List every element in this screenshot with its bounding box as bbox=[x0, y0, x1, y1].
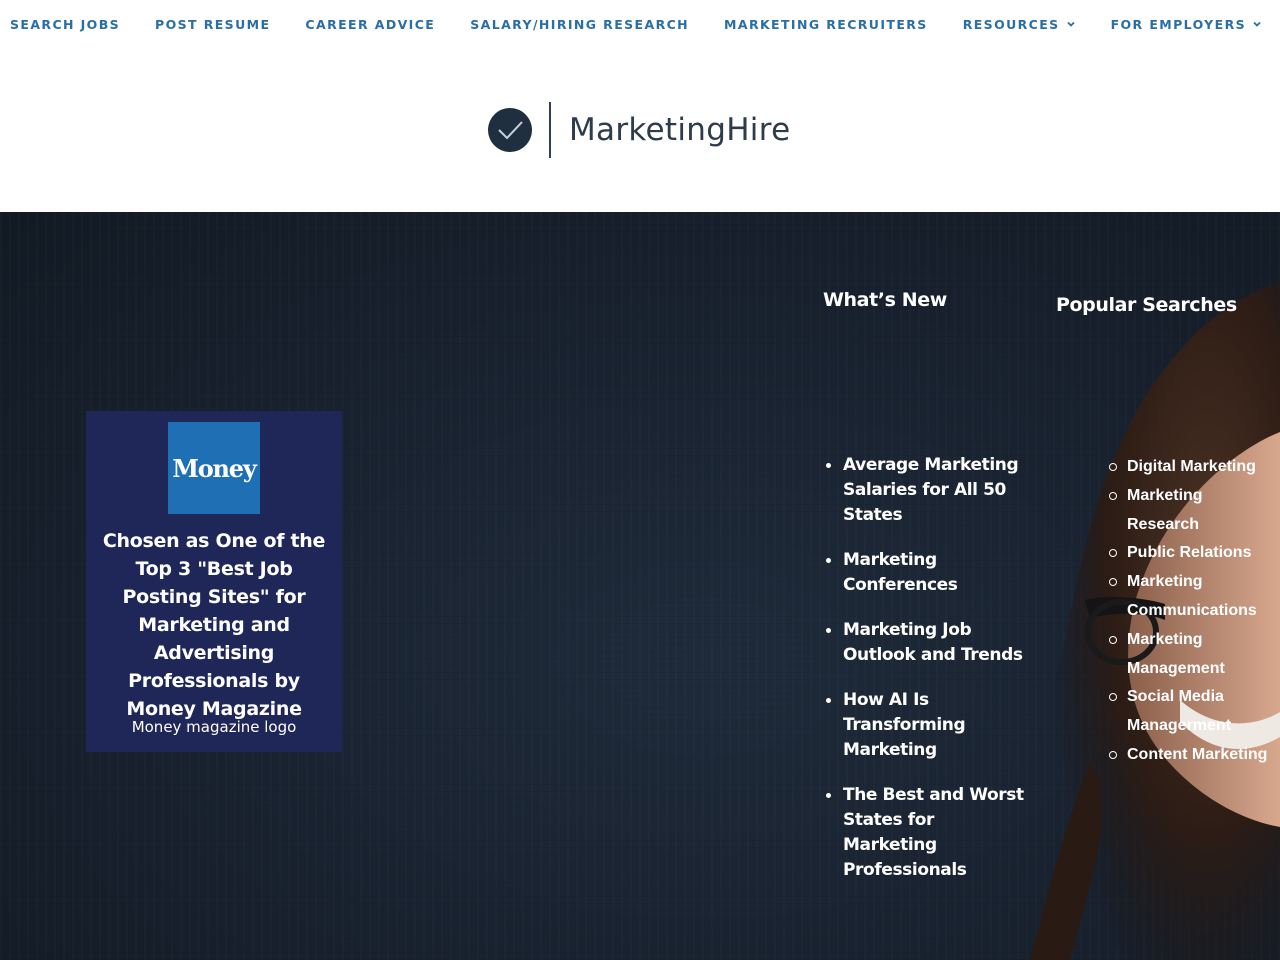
whats-new-link[interactable]: The Best and Worst States for Marketing … bbox=[826, 783, 1026, 883]
popular-search-link[interactable]: Marketing Management bbox=[1109, 626, 1274, 684]
popular-search-link[interactable]: Marketing Research bbox=[1109, 482, 1274, 540]
checkmark-circle-icon bbox=[488, 108, 532, 152]
money-logo-text: Money bbox=[172, 453, 256, 483]
whats-new-heading: What’s New bbox=[823, 289, 947, 311]
hero-section: Money Chosen as One of the Top 3 "Best J… bbox=[0, 212, 1280, 960]
top-navigation: SEARCH JOBS POST RESUME CAREER ADVICE SA… bbox=[0, 0, 1280, 48]
nav-label: SALARY/HIRING RESEARCH bbox=[470, 16, 690, 32]
whats-new-list: Average Marketing Salaries for All 50 St… bbox=[826, 453, 1026, 903]
whats-new-link[interactable]: Marketing Conferences bbox=[826, 548, 1026, 598]
whats-new-link[interactable]: Average Marketing Salaries for All 50 St… bbox=[826, 453, 1026, 528]
popular-search-link[interactable]: Content Marketing bbox=[1109, 741, 1274, 770]
nav-label: RESOURCES bbox=[962, 16, 1060, 32]
popular-search-link[interactable]: Marketing Communications bbox=[1109, 568, 1274, 626]
nav-marketing-recruiters[interactable]: MARKETING RECRUITERS bbox=[724, 17, 928, 32]
nav-career-advice[interactable]: CAREER ADVICE bbox=[305, 17, 435, 32]
nav-post-resume[interactable]: POST RESUME bbox=[155, 17, 270, 32]
nav-salary-hiring-research[interactable]: SALARY/HIRING RESEARCH bbox=[470, 17, 689, 32]
chevron-down-icon bbox=[1253, 21, 1261, 27]
nav-for-employers[interactable]: FOR EMPLOYERS bbox=[1111, 17, 1262, 32]
popular-searches-list: Digital Marketing Marketing Research Pub… bbox=[1109, 453, 1274, 770]
money-magazine-award-card: Money Chosen as One of the Top 3 "Best J… bbox=[86, 411, 342, 752]
nav-label: CAREER ADVICE bbox=[305, 16, 436, 32]
logo-divider bbox=[549, 102, 551, 158]
nav-label: POST RESUME bbox=[155, 16, 271, 32]
popular-search-link[interactable]: Digital Marketing bbox=[1109, 453, 1274, 482]
money-magazine-logo: Money bbox=[168, 422, 260, 514]
nav-search-jobs[interactable]: SEARCH JOBS bbox=[10, 17, 120, 32]
chevron-down-icon bbox=[1066, 21, 1075, 27]
popular-search-link[interactable]: Social Media Managerment bbox=[1109, 683, 1274, 741]
nav-label: SEARCH JOBS bbox=[10, 16, 121, 32]
nav-resources[interactable]: RESOURCES bbox=[963, 17, 1076, 32]
nav-label: MARKETING RECRUITERS bbox=[724, 16, 928, 32]
whats-new-link[interactable]: How AI Is Transforming Marketing bbox=[826, 688, 1026, 763]
site-logo[interactable]: MarketingHire bbox=[487, 102, 790, 158]
nav-label: FOR EMPLOYERS bbox=[1110, 16, 1246, 32]
money-logo-caption: Money magazine logo bbox=[131, 718, 297, 736]
award-headline: Chosen as One of the Top 3 "Best Job Pos… bbox=[102, 530, 326, 720]
popular-search-link[interactable]: Public Relations bbox=[1109, 539, 1274, 568]
logo-wordmark: MarketingHire bbox=[569, 112, 791, 148]
popular-searches-heading: Popular Searches bbox=[1056, 294, 1237, 316]
whats-new-link[interactable]: Marketing Job Outlook and Trends bbox=[826, 618, 1026, 668]
logo-band: MarketingHire bbox=[0, 48, 1280, 212]
